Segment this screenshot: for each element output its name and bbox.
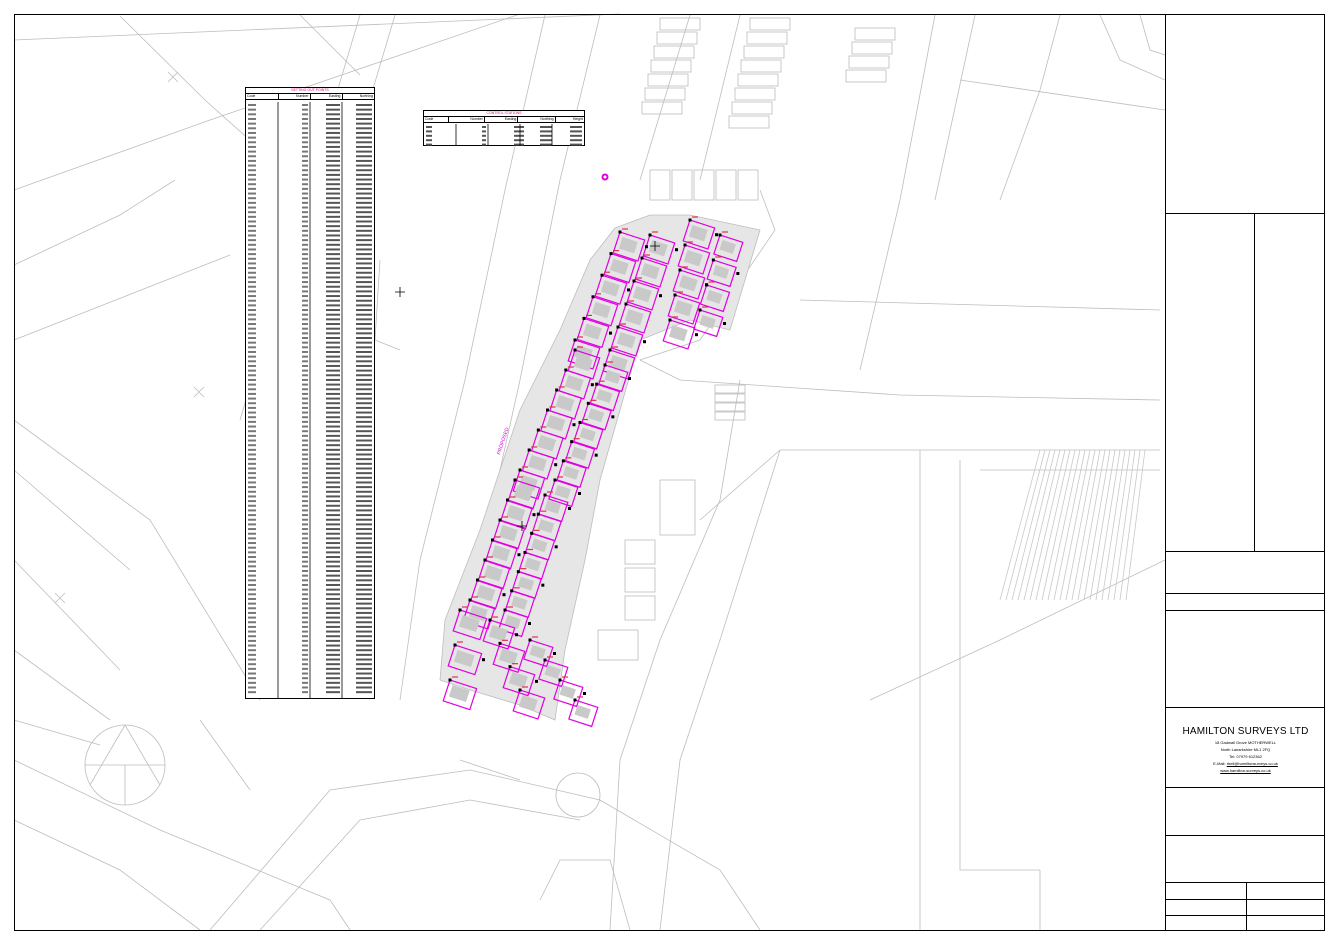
- table-header-row: Code Number Easting Northing Height: [424, 117, 584, 123]
- col-height: Height: [554, 117, 584, 123]
- company-name: HAMILTON SURVEYS LTD: [1182, 726, 1309, 737]
- email-label: E-Mail:: [1213, 761, 1226, 766]
- company-block: HAMILTON SURVEYS LTD 18 Gadwall Grove MO…: [1166, 726, 1325, 774]
- drawing-sheet: PROPOSED SETTING OUT POINTS Code Number …: [0, 0, 1341, 933]
- col-number: Number: [277, 94, 310, 100]
- col-code: Code: [246, 94, 278, 100]
- illegible-table-cells: [426, 124, 582, 146]
- company-region: North Lanarkshire ML1 2FQ: [1220, 747, 1271, 752]
- control-stations-table: CONTROL STATIONS Code Number Easting Nor…: [423, 110, 585, 146]
- illegible-table-cells: [248, 102, 372, 698]
- setting-out-points-rows: [246, 102, 374, 698]
- table-header-row: Code Number Easting Northing: [246, 94, 374, 100]
- col-northing: Northing: [341, 94, 374, 100]
- col-number: Number: [448, 117, 485, 123]
- setting-out-points-table: SETTING OUT POINTS Code Number Easting N…: [245, 87, 375, 699]
- company-tel: Tel: 07979 612362: [1229, 754, 1262, 759]
- col-easting: Easting: [483, 117, 518, 123]
- col-code: Code: [424, 117, 449, 123]
- company-email-row: E-Mail: rbell@hamiltonsurveys.co.uk: [1166, 760, 1325, 767]
- email-link[interactable]: rbell@hamiltonsurveys.co.uk: [1227, 761, 1278, 766]
- col-northing: Northing: [517, 117, 556, 123]
- title-block: HAMILTON SURVEYS LTD 18 Gadwall Grove MO…: [1165, 15, 1325, 930]
- company-address: 18 Gadwall Grove MOTHERWELL: [1214, 740, 1277, 745]
- drawing-frame: [14, 14, 1325, 931]
- website-link[interactable]: www.hamilton-surveys.co.uk: [1166, 767, 1325, 774]
- col-easting: Easting: [309, 94, 342, 100]
